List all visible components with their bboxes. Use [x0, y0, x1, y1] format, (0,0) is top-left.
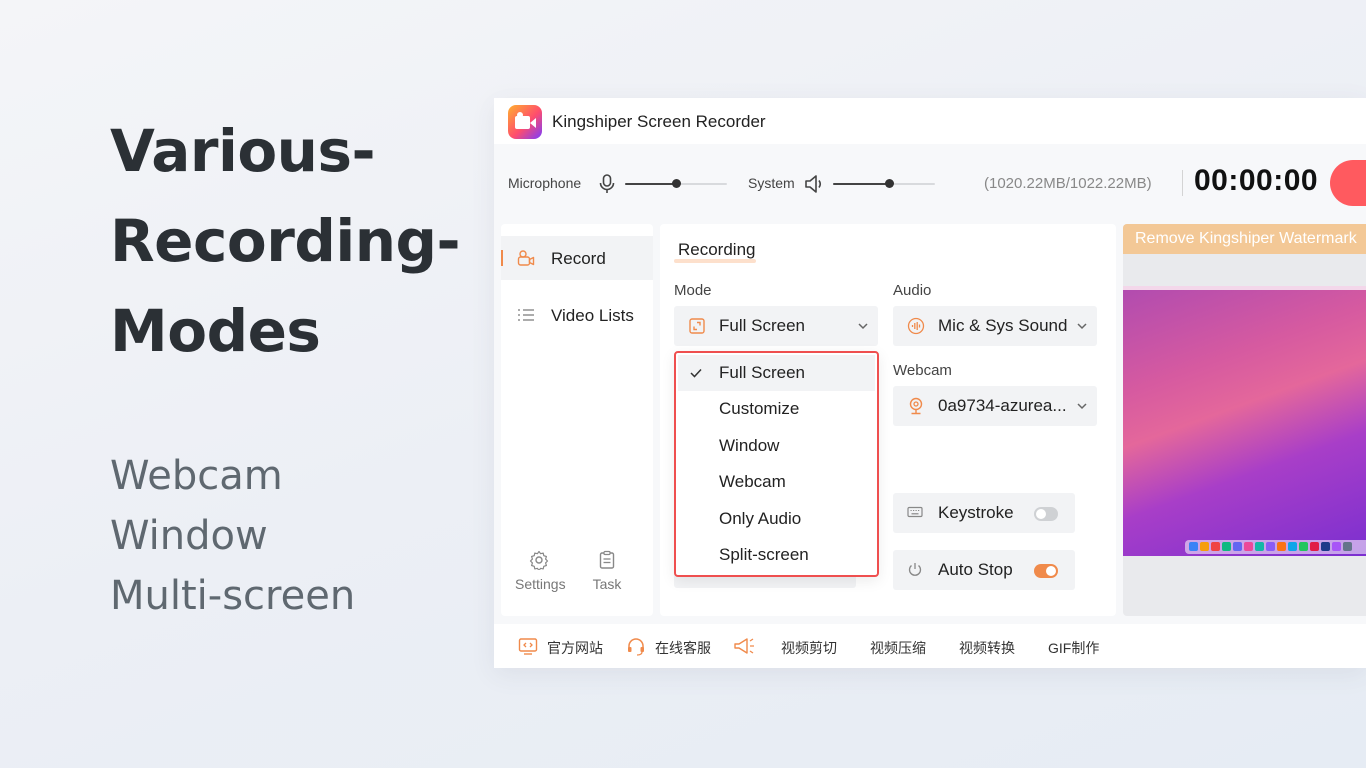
screen-preview-image — [1123, 286, 1366, 556]
system-volume-knob[interactable] — [884, 179, 894, 188]
clipboard-icon — [599, 550, 615, 569]
power-icon — [908, 563, 922, 576]
divider — [1182, 170, 1183, 196]
dropdown-option-only-audio[interactable]: Only Audio — [678, 501, 875, 537]
audio-select-value: Mic & Sys Sound — [938, 316, 1068, 335]
megaphone-icon — [734, 638, 754, 654]
task-label: Task — [592, 576, 622, 592]
app-logo-camera-icon — [508, 105, 542, 139]
dropdown-option-window[interactable]: Window — [678, 428, 875, 464]
remove-watermark-button[interactable]: Remove Kingshiper Watermark — [1123, 224, 1366, 254]
fullscreen-icon — [689, 318, 705, 334]
system-volume-slider[interactable] — [833, 179, 935, 188]
sidebar-item-record[interactable]: Record — [501, 236, 653, 280]
task-button[interactable]: Task — [589, 550, 625, 592]
audio-select[interactable]: Mic & Sys Sound — [893, 306, 1097, 346]
dropdown-option-label: Full Screen — [719, 363, 805, 382]
dropdown-option-customize[interactable]: Customize — [678, 391, 875, 427]
audio-label: Audio — [893, 282, 932, 299]
microphone-label: Microphone — [508, 175, 582, 191]
promo-feature: Multi-screen — [110, 573, 356, 619]
webcam-icon — [909, 397, 923, 415]
online-support-link[interactable]: 在线客服 — [655, 638, 711, 658]
chevron-down-icon — [1077, 403, 1087, 410]
gif-maker-link[interactable]: GIF制作 — [1048, 638, 1099, 658]
sidebar-item-video-lists[interactable]: Video Lists — [501, 293, 653, 337]
promo-title-line: Various- — [110, 117, 376, 185]
mode-select-value: Full Screen — [719, 316, 805, 335]
panel-title: Recording — [678, 240, 756, 259]
settings-button[interactable]: Settings — [515, 550, 566, 592]
microphone-volume-knob[interactable] — [671, 179, 681, 188]
official-website-link[interactable]: 官方网站 — [547, 638, 603, 658]
recording-timer: 00:00:00 — [1194, 164, 1319, 197]
dropdown-option-label: Webcam — [719, 472, 786, 491]
dropdown-option-label: Window — [719, 436, 780, 455]
keystroke-toggle[interactable] — [1034, 507, 1058, 521]
speaker-icon[interactable] — [804, 174, 824, 194]
sidebar-item-label: Record — [551, 249, 606, 268]
microphone-volume-fill — [625, 183, 676, 185]
list-icon — [518, 309, 534, 321]
microphone-icon[interactable] — [598, 174, 616, 194]
sidebar-item-label: Video Lists — [551, 306, 634, 325]
dropdown-option-webcam[interactable]: Webcam — [678, 464, 875, 500]
promo-title-line: Recording- — [110, 207, 461, 275]
chevron-down-icon — [858, 323, 868, 330]
promo-title-line: Modes — [110, 297, 321, 365]
promo-title: Various- Recording- Modes — [110, 106, 480, 376]
audio-controls-row: Microphone System (1020.22MB/1022.22MB) … — [494, 144, 1366, 220]
webcam-label: Webcam — [893, 362, 952, 379]
title-bar: Kingshiper Screen Recorder — [494, 98, 1366, 144]
mode-dropdown-menu: Full Screen Customize Window Webcam Only… — [674, 351, 879, 577]
footer-toolbar: 官方网站 在线客服 视频剪切 视频压缩 视频转换 GIF制作 — [494, 624, 1366, 668]
auto-stop-label: Auto Stop — [938, 560, 1013, 579]
dropdown-option-full-screen[interactable]: Full Screen — [678, 355, 875, 391]
promo-feature: Window — [110, 513, 268, 559]
website-icon — [518, 638, 538, 655]
mode-select[interactable]: Full Screen — [674, 306, 878, 346]
dropdown-option-split-screen[interactable]: Split-screen — [678, 537, 875, 573]
keystroke-label: Keystroke — [938, 503, 1014, 522]
preview-panel: Remove Kingshiper Watermark — [1123, 224, 1366, 616]
video-convert-link[interactable]: 视频转换 — [959, 638, 1015, 658]
auto-stop-toggle-row: Auto Stop — [893, 550, 1075, 590]
sound-wave-icon — [907, 317, 925, 335]
app-title: Kingshiper Screen Recorder — [552, 112, 766, 131]
promo-feature: Webcam — [110, 453, 283, 499]
video-compress-link[interactable]: 视频压缩 — [870, 638, 926, 658]
gear-icon — [529, 550, 549, 570]
app-window: Kingshiper Screen Recorder Microphone Sy… — [494, 98, 1366, 668]
webcam-select[interactable]: 0a9734-azurea... — [893, 386, 1097, 426]
headset-icon — [628, 638, 644, 656]
dropdown-option-label: Only Audio — [719, 509, 802, 528]
promo-feature-list: Webcam Window Multi-screen — [110, 446, 355, 626]
keyboard-icon — [907, 506, 923, 518]
auto-stop-toggle[interactable] — [1034, 564, 1058, 578]
webcam-select-value: 0a9734-azurea... — [938, 396, 1067, 415]
start-recording-button[interactable] — [1330, 160, 1366, 206]
checkmark-icon — [690, 368, 702, 378]
system-label: System — [748, 175, 795, 191]
settings-label: Settings — [515, 576, 566, 592]
camera-icon — [517, 250, 535, 266]
microphone-volume-slider[interactable] — [625, 179, 727, 188]
storage-readout: (1020.22MB/1022.22MB) — [984, 175, 1152, 192]
mode-label: Mode — [674, 282, 712, 299]
dropdown-option-label: Split-screen — [719, 545, 809, 564]
system-volume-fill — [833, 183, 890, 185]
sidebar: Record Video Lists Settings Task — [501, 224, 653, 616]
chevron-down-icon — [1077, 323, 1087, 330]
dropdown-option-label: Customize — [719, 399, 800, 418]
preview-menubar — [1123, 286, 1366, 290]
keystroke-toggle-row: Keystroke — [893, 493, 1075, 533]
video-cut-link[interactable]: 视频剪切 — [781, 638, 837, 658]
preview-dock — [1185, 540, 1366, 554]
